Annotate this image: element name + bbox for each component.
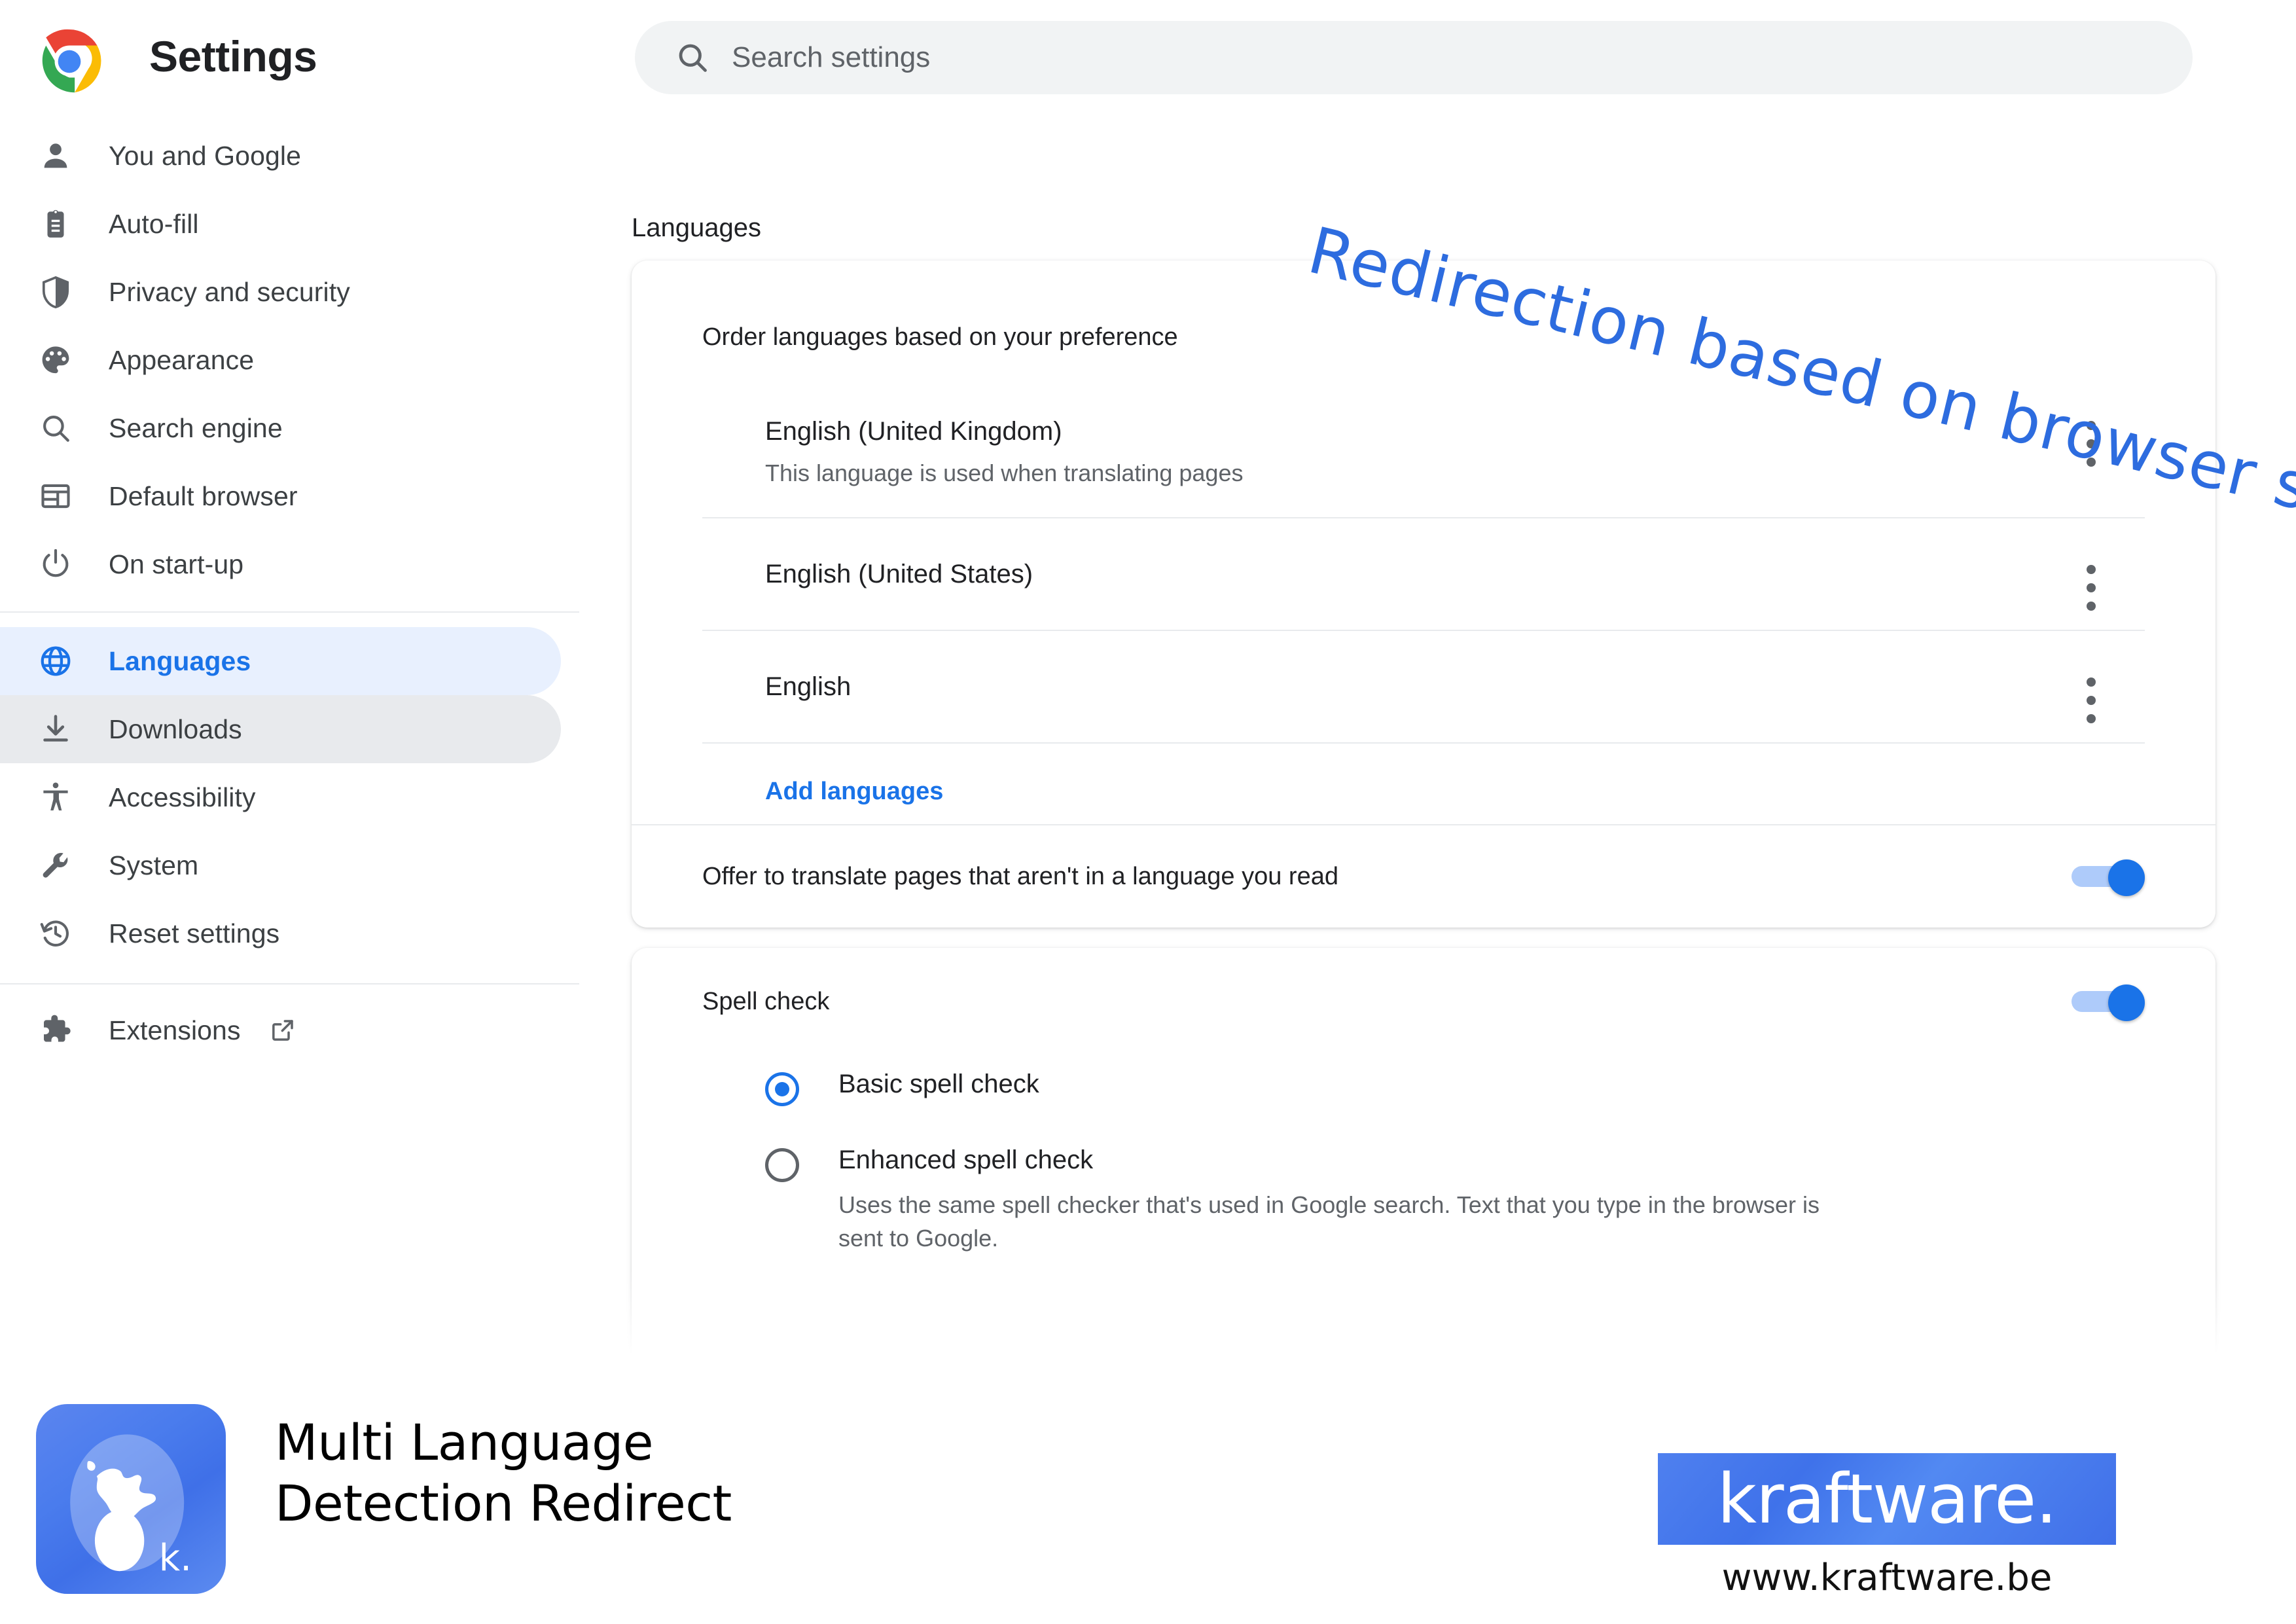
sidebar-item-label: Search engine [109, 412, 283, 443]
offer-translate-label: Offer to translate pages that aren't in … [702, 862, 1338, 890]
history-icon [37, 914, 75, 952]
sidebar-item-label: Accessibility [109, 782, 256, 812]
sidebar-item-languages[interactable]: Languages [0, 627, 561, 695]
radio-option-enhanced-spell-check[interactable]: Enhanced spell check Uses the same spell… [632, 1146, 2215, 1255]
spell-check-toggle[interactable] [2072, 984, 2145, 1021]
more-vert-icon[interactable] [2075, 669, 2107, 732]
person-icon [37, 137, 75, 175]
extension-icon [37, 1011, 75, 1049]
palette-icon [37, 341, 75, 379]
sidebar-item-auto-fill[interactable]: Auto-fill [0, 190, 561, 258]
sidebar-item-extensions[interactable]: Extensions [0, 996, 561, 1064]
language-name: English [765, 672, 852, 701]
globe-app-icon: k. [36, 1404, 226, 1594]
toggle-thumb [2108, 984, 2145, 1021]
download-icon [37, 710, 75, 748]
accessibility-icon [37, 778, 75, 816]
search-icon [37, 409, 75, 447]
offer-translate-row: Offer to translate pages that aren't in … [632, 824, 2215, 928]
app-title-line-1: Multi Language [275, 1413, 653, 1471]
sidebar-item-label: Auto-fill [109, 208, 199, 239]
sidebar-item-you-and-google[interactable]: You and Google [0, 122, 561, 190]
globe-graphic [70, 1434, 185, 1572]
offer-translate-toggle[interactable] [2072, 859, 2145, 896]
footer-branding-bar: k. Multi Language Detection Redirect kra… [0, 1368, 2296, 1624]
radio-label: Enhanced spell check [838, 1146, 1094, 1174]
kraftware-url: www.kraftware.be [1721, 1557, 2053, 1599]
sidebar-item-downloads[interactable]: Downloads [0, 695, 561, 763]
radio-button[interactable] [765, 1148, 799, 1182]
languages-card: Order languages based on your preference… [632, 261, 2215, 928]
kraftware-logo-badge: kraftware. [1658, 1453, 2116, 1545]
globe-icon [37, 642, 75, 680]
shield-icon [37, 273, 75, 311]
sidebar-item-label: Extensions [109, 1015, 241, 1045]
section-heading: Languages [632, 213, 761, 242]
settings-content: Languages Order languages based on your … [579, 122, 2296, 1368]
sidebar-item-reset-settings[interactable]: Reset settings [0, 899, 561, 967]
spell-check-header: Spell check [632, 948, 2215, 1055]
language-row[interactable]: English [702, 631, 2145, 744]
page-title: Settings [149, 32, 317, 81]
wrench-icon [37, 846, 75, 884]
sidebar-item-default-browser[interactable]: Default browser [0, 462, 561, 530]
settings-header: Settings [0, 0, 2296, 122]
radio-label: Basic spell check [838, 1070, 1039, 1098]
radio-button[interactable] [765, 1072, 799, 1106]
radio-option-basic-spell-check[interactable]: Basic spell check [632, 1070, 2215, 1106]
power-icon [37, 545, 75, 583]
sidebar-item-label: Appearance [109, 344, 255, 375]
screenshot-root: Settings You and Google Auto- [0, 0, 2296, 1624]
clipboard-icon [37, 205, 75, 243]
sidebar-item-label: Languages [109, 645, 251, 676]
sidebar-item-label: Default browser [109, 480, 298, 511]
search-input[interactable] [732, 21, 2159, 94]
app-icon-mark: k. [158, 1537, 192, 1579]
radio-description: Uses the same spell checker that's used … [838, 1191, 1820, 1252]
sidebar-item-search-engine[interactable]: Search engine [0, 394, 561, 462]
sidebar-item-label: On start-up [109, 549, 244, 579]
sidebar-item-label: Downloads [109, 713, 242, 744]
kraftware-wordmark: kraftware. [1717, 1459, 2058, 1539]
language-name: English (United States) [765, 560, 1033, 588]
search-icon [679, 44, 707, 72]
app-title: Multi Language Detection Redirect [275, 1413, 732, 1534]
sidebar-item-label: Reset settings [109, 918, 280, 948]
app-title-line-2: Detection Redirect [275, 1473, 732, 1532]
browser-window-icon [37, 477, 75, 515]
sidebar-item-appearance[interactable]: Appearance [0, 326, 561, 394]
more-vert-icon[interactable] [2075, 556, 2107, 619]
sidebar-section-divider [0, 611, 579, 613]
sidebar-item-privacy-and-security[interactable]: Privacy and security [0, 258, 561, 326]
spell-check-card: Spell check Basic spell check Enhanced s… [632, 948, 2215, 1368]
language-name: English (United Kingdom) [765, 417, 1062, 446]
order-languages-label: Order languages based on your preference [702, 323, 1178, 351]
sidebar-item-label: System [109, 850, 199, 880]
spell-check-title: Spell check [702, 987, 830, 1015]
chrome-settings-window: Settings You and Google Auto- [0, 0, 2296, 1368]
external-link-icon [270, 1017, 296, 1043]
language-row[interactable]: English (United States) [702, 518, 2145, 631]
toggle-thumb [2108, 859, 2145, 896]
sidebar-item-system[interactable]: System [0, 831, 561, 899]
chrome-logo-icon [37, 29, 101, 94]
sidebar-item-label: You and Google [109, 140, 301, 171]
settings-sidebar: You and Google Auto-fill Privacy and sec… [0, 122, 579, 1368]
sidebar-item-on-start-up[interactable]: On start-up [0, 530, 561, 598]
search-bar[interactable] [635, 21, 2193, 94]
sidebar-item-label: Privacy and security [109, 276, 350, 307]
language-subtext: This language is used when translating p… [765, 460, 1244, 486]
add-languages-link[interactable]: Add languages [765, 744, 943, 824]
sidebar-item-accessibility[interactable]: Accessibility [0, 763, 561, 831]
sidebar-section-divider-2 [0, 983, 579, 984]
